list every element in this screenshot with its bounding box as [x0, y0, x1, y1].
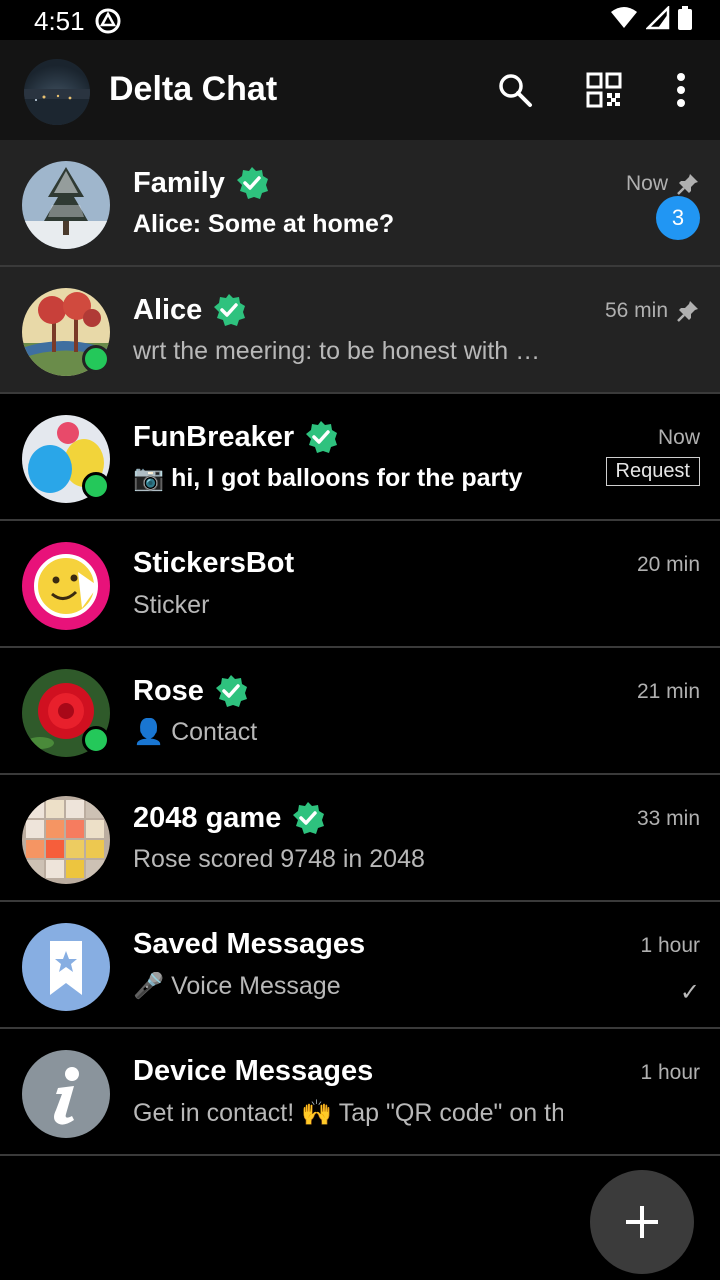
status-bar: 4:51: [0, 0, 720, 40]
chat-name: FunBreaker: [133, 420, 295, 453]
more-vert-icon: [677, 73, 685, 107]
online-indicator: [82, 726, 110, 754]
chat-name: StickersBot: [133, 547, 295, 579]
chat-time: 21 min: [636, 680, 700, 703]
app-title: Delta Chat: [109, 70, 278, 108]
chat-name-line: StickersBot: [133, 547, 294, 580]
chat-name-line: 2048 game: [133, 801, 325, 835]
verified-icon: [306, 421, 338, 453]
avatar: [22, 161, 110, 249]
battery-icon: [678, 6, 692, 30]
chat-preview: 🎤 Voice Message: [133, 972, 341, 1000]
chat-preview: Rose scored 9748 in 2048: [133, 845, 425, 873]
avatar: [22, 923, 110, 1011]
chat-name-line: Saved Messages: [133, 928, 365, 961]
unread-count-badge: 3: [656, 196, 700, 240]
qr-code-icon: [586, 72, 622, 108]
chat-time-line: 20 min: [637, 553, 700, 577]
qr-code-button[interactable]: [576, 62, 632, 118]
chat-name-line: Rose: [133, 674, 248, 708]
chat-name-line: Family: [133, 166, 269, 200]
search-button[interactable]: [487, 62, 543, 118]
chat-time-line: 33 min: [637, 807, 700, 831]
chat-preview: Sticker: [133, 591, 210, 619]
chat-name-line: Device Messages: [133, 1055, 373, 1088]
chat-item-funbreaker[interactable]: FunBreaker 📷 hi, I got balloons for the …: [0, 394, 720, 521]
chat-preview: Get in contact! 🙌 Tap "QR code" on th…: [133, 1099, 563, 1127]
wifi-icon: [611, 7, 637, 28]
profile-avatar[interactable]: [24, 59, 90, 125]
chat-list: Family Alice: Some at home? Now 3 Alice …: [0, 140, 720, 1156]
chat-preview: Alice: Some at home?: [133, 210, 395, 238]
chat-time: Now: [625, 172, 668, 195]
status-time: 4:51: [34, 6, 85, 36]
avatar: [22, 1050, 110, 1138]
chat-name: Device Messages: [133, 1055, 374, 1087]
chat-time: 33 min: [636, 807, 700, 830]
sync-icon: [95, 8, 121, 34]
chat-time-line: 1 hour: [640, 1061, 700, 1085]
chat-time-line: Now: [626, 172, 700, 196]
chat-name: Alice: [133, 293, 203, 326]
chat-time-line: 1 hour: [640, 934, 700, 958]
chat-name: Rose: [133, 674, 204, 707]
chat-time-line: Now: [658, 426, 700, 450]
chat-item-alice[interactable]: Alice wrt the meering: to be honest with…: [0, 267, 720, 394]
chat-item-saved-messages[interactable]: Saved Messages 🎤 Voice Message 1 hour ✓: [0, 902, 720, 1029]
status-icons: [610, 6, 692, 30]
plus-icon: [626, 1206, 658, 1238]
chat-time: 56 min: [604, 299, 668, 322]
chat-name-line: FunBreaker: [133, 420, 338, 454]
app-toolbar: Delta Chat: [0, 40, 720, 140]
new-chat-button[interactable]: [590, 1170, 694, 1274]
saved-messages-icon: [22, 923, 110, 1011]
verified-icon: [215, 675, 247, 707]
chat-name: Family: [133, 166, 225, 199]
request-badge: Request: [605, 457, 700, 486]
chat-name: Saved Messages: [133, 928, 366, 960]
chat-preview: 👤 Contact: [133, 718, 258, 746]
chat-preview: 📷 hi, I got balloons for the party: [133, 464, 523, 492]
pin-icon: [677, 301, 698, 322]
chat-time-line: 56 min: [605, 299, 700, 323]
search-icon: [499, 74, 532, 107]
online-indicator: [82, 345, 110, 373]
overflow-menu-button[interactable]: [653, 62, 709, 118]
chat-time: Now: [657, 426, 700, 449]
pin-icon: [677, 174, 698, 195]
chat-item-family[interactable]: Family Alice: Some at home? Now 3: [0, 140, 720, 267]
profile-avatar-image: [24, 89, 90, 125]
signal-icon: [646, 6, 670, 30]
chat-item-rose[interactable]: Rose 👤 Contact 21 min: [0, 648, 720, 775]
verified-icon: [214, 294, 246, 326]
delivered-check-icon: ✓: [679, 979, 700, 1006]
info-icon: [22, 1050, 110, 1138]
chat-item-2048-game[interactable]: 2048 game Rose scored 9748 in 2048 33 mi…: [0, 775, 720, 902]
verified-icon: [236, 167, 268, 199]
chat-name: 2048 game: [133, 801, 282, 834]
avatar: [22, 542, 110, 630]
verified-icon: [293, 802, 325, 834]
chat-time: 20 min: [636, 553, 700, 576]
chat-preview: wrt the meering: to be honest with …: [133, 337, 541, 365]
chat-item-stickersbot[interactable]: StickersBot Sticker 20 min: [0, 521, 720, 648]
chat-item-device-messages[interactable]: Device Messages Get in contact! 🙌 Tap "Q…: [0, 1029, 720, 1156]
online-indicator: [82, 472, 110, 500]
chat-time: 1 hour: [640, 934, 700, 957]
chat-time: 1 hour: [640, 1061, 700, 1084]
chat-time-line: 21 min: [637, 680, 700, 704]
avatar: [22, 796, 110, 884]
chat-name-line: Alice: [133, 293, 246, 327]
